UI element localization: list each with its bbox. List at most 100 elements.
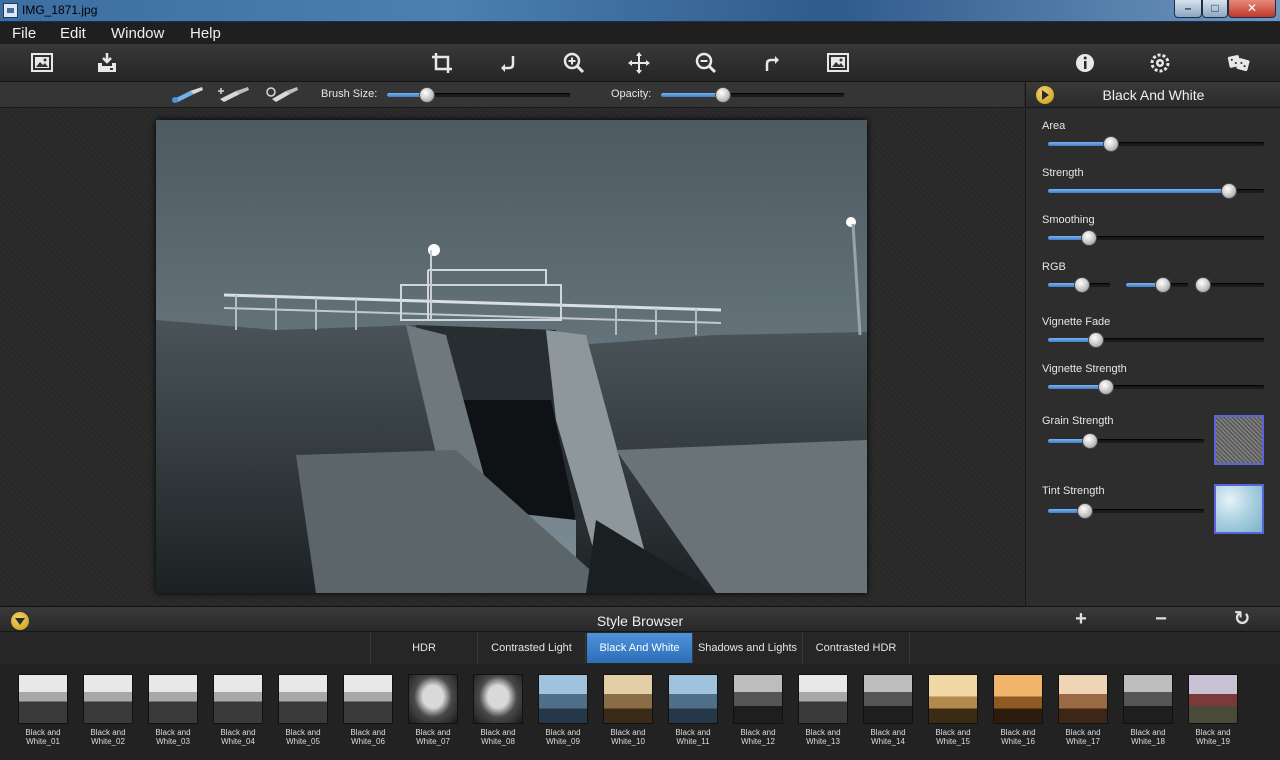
grain-strength-knob[interactable] [1082,433,1099,449]
style-thumbnail[interactable]: Black and White_06 [342,672,394,750]
style-thumbnail[interactable]: Black and White_10 [602,672,654,750]
fit-image-icon[interactable] [824,50,852,76]
style-thumbnail-preview [928,674,978,724]
rgb-red-knob[interactable] [1074,277,1091,293]
style-thumbnail-label: Black and White_05 [271,728,335,746]
random-dice-icon[interactable] [1222,50,1256,76]
info-icon[interactable] [1071,50,1099,76]
vignette-strength-slider[interactable] [1048,379,1264,395]
minimize-button[interactable]: – [1174,0,1202,18]
grain-texture-swatch[interactable] [1214,415,1264,465]
menu-window[interactable]: Window [111,25,164,42]
area-slider[interactable] [1048,136,1264,152]
rgb-red-slider[interactable] [1048,277,1110,293]
brush-options-bar: Brush Size: Opacity: [0,82,1024,108]
style-thumbnail[interactable]: Black and White_18 [1122,672,1174,750]
style-thumbnail-label-line2: White_12 [741,737,775,746]
tab-shadows-and-lights[interactable]: Shadows and Lights [693,633,803,663]
adjustments-panel: Black And White Area Strength Smoothing … [1025,82,1280,606]
style-thumbnail[interactable]: Black and White_02 [82,672,134,750]
brush-reset-icon[interactable] [264,85,300,105]
style-thumbnail-label: Black and White_01 [11,728,75,746]
style-thumbnail[interactable]: Black and White_04 [212,672,264,750]
style-thumbnail-label-line2: White_19 [1196,737,1230,746]
brush-size-knob[interactable] [419,87,436,103]
menu-help[interactable]: Help [190,25,221,42]
photo-canvas[interactable] [156,120,867,593]
add-style-button[interactable]: + [1071,609,1091,630]
close-button[interactable]: ✕ [1228,0,1276,18]
remove-style-button[interactable]: − [1151,609,1171,630]
area-knob[interactable] [1102,136,1119,152]
style-thumbnail[interactable]: Black and White_19 [1187,672,1239,750]
menu-edit[interactable]: Edit [60,25,86,42]
tab-hdr[interactable]: HDR [370,633,478,663]
style-thumbnail-label-line1: Black and [350,728,386,737]
zoom-out-icon[interactable] [692,50,720,76]
style-thumbnail[interactable]: Black and White_08 [472,672,524,750]
style-thumbnail[interactable]: Black and White_11 [667,672,719,750]
brush-erase-icon[interactable] [216,85,252,105]
style-thumbnail[interactable]: Black and White_14 [862,672,914,750]
style-thumbnail[interactable]: Black and White_05 [277,672,329,750]
rgb-label: RGB [1042,261,1066,273]
opacity-knob[interactable] [715,87,732,103]
style-thumbnail-label-line1: Black and [935,728,971,737]
menu-bar: File Edit Window Help [0,22,1280,44]
style-thumbnail-preview [1188,674,1238,724]
style-thumbnail-label-line2: White_08 [481,737,515,746]
rgb-green-knob[interactable] [1155,277,1172,293]
style-thumbnail[interactable]: Black and White_16 [992,672,1044,750]
style-thumbnail[interactable]: Black and White_07 [407,672,459,750]
style-thumbnail-label: Black and White_08 [466,728,530,746]
strength-knob[interactable] [1221,183,1238,199]
strength-slider[interactable] [1048,183,1264,199]
open-image-icon[interactable] [28,50,56,76]
style-thumbnail[interactable]: Black and White_03 [147,672,199,750]
opacity-slider[interactable] [661,87,844,103]
tint-strength-knob[interactable] [1077,503,1094,519]
pan-icon[interactable] [625,50,653,76]
maximize-button[interactable]: □ [1202,0,1228,18]
style-thumbnail-label-line1: Black and [155,728,191,737]
brush-size-slider[interactable] [387,87,570,103]
style-thumbnail-preview [1123,674,1173,724]
vignette-strength-knob[interactable] [1098,379,1115,395]
vignette-fade-slider[interactable] [1048,332,1264,348]
tint-strength-slider[interactable] [1048,503,1204,519]
style-thumbnail-preview [668,674,718,724]
style-thumbnail-preview [18,674,68,724]
settings-icon[interactable] [1146,50,1174,76]
style-thumbnail-preview [733,674,783,724]
tint-texture-swatch[interactable] [1214,484,1264,534]
rgb-blue-slider[interactable] [1195,277,1264,293]
tab-black-and-white[interactable]: Black And White [587,633,693,663]
brush-paint-icon[interactable] [170,85,206,105]
save-icon[interactable] [93,50,121,76]
crop-icon[interactable] [428,50,456,76]
zoom-in-icon[interactable] [560,50,588,76]
grain-strength-slider[interactable] [1048,433,1204,449]
menu-file[interactable]: File [12,25,36,42]
vignette-fade-knob[interactable] [1087,332,1104,348]
tab-contrasted-light[interactable]: Contrasted Light [478,633,586,663]
style-thumbnail[interactable]: Black and White_12 [732,672,784,750]
style-thumbnail-label: Black and White_18 [1116,728,1180,746]
style-thumbnail[interactable]: Black and White_09 [537,672,589,750]
rotate-right-icon[interactable] [758,50,786,76]
rotate-left-icon[interactable] [494,50,522,76]
reset-style-button[interactable]: ↻ [1232,609,1252,630]
style-thumbnail-label-line2: White_14 [871,737,905,746]
smoothing-knob[interactable] [1081,230,1098,246]
style-thumbnail[interactable]: Black and White_17 [1057,672,1109,750]
style-thumbnail[interactable]: Black and White_15 [927,672,979,750]
rgb-green-slider[interactable] [1126,277,1188,293]
tab-contrasted-hdr[interactable]: Contrasted HDR [803,633,910,663]
style-thumbnail-label: Black and White_03 [141,728,205,746]
style-thumbnail[interactable]: Black and White_13 [797,672,849,750]
canvas-area[interactable] [0,108,1024,606]
smoothing-slider[interactable] [1048,230,1264,246]
style-thumbnail-label-line1: Black and [415,728,451,737]
rgb-blue-knob[interactable] [1195,277,1212,293]
style-thumbnail[interactable]: Black and White_01 [17,672,69,750]
